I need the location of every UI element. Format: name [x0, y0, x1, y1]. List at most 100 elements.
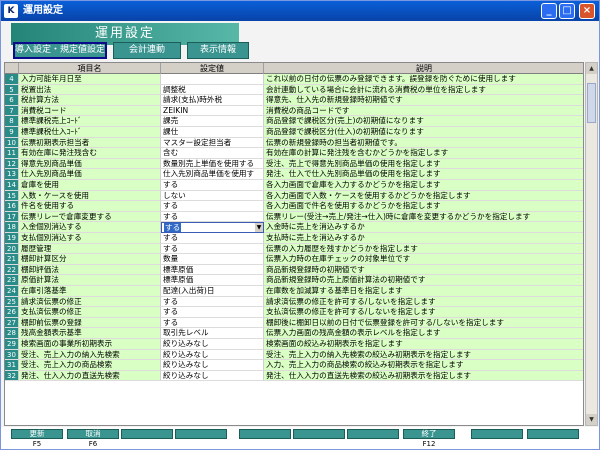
table-row[interactable]: 16 件名を使用する する 各入力画面で件名を使用するかどうかを指定します	[5, 201, 583, 212]
function-key-button[interactable]	[527, 429, 579, 439]
table-row[interactable]: 21 棚卸計算区分 数量 伝票入力時の在庫チェックの対象単位です	[5, 254, 583, 265]
table-row[interactable]: 32 発注、仕入入力の直送先検索 絞り込みなし 発注、仕入入力の直送先検索の絞込み初期…	[5, 370, 583, 382]
setting-value-cell[interactable]	[161, 74, 264, 85]
table-row[interactable]: 11 有効在庫に発注残含む 含む 有効在庫の計算に発注残を含むかどうかを指定します	[5, 148, 583, 159]
setting-value-cell[interactable]: 絞り込みなし	[161, 339, 264, 350]
vertical-scrollbar[interactable]: ▲ ▼	[585, 62, 598, 426]
row-number: 11	[5, 148, 19, 159]
maximize-button[interactable]: □	[559, 3, 575, 19]
setting-value-cell[interactable]: する	[161, 180, 264, 191]
table-row[interactable]: 13 仕入先別商品単価 仕入先別商品単価を使用す 発注、仕入で仕入先別商品単価の使用を…	[5, 169, 583, 180]
setting-value-cell[interactable]: 絞り込みなし	[161, 360, 264, 371]
setting-value-cell[interactable]: 仕入先別商品単価を使用す	[161, 169, 264, 180]
item-name-cell: 棚卸前伝票の登録	[19, 317, 161, 329]
setting-value-cell[interactable]: 数量別売上単価を使用する	[161, 158, 264, 170]
minimize-button[interactable]: _	[541, 3, 557, 19]
function-key-button[interactable]	[239, 429, 291, 439]
setting-value-cell[interactable]: する	[161, 211, 264, 223]
setting-value-cell[interactable]: 課売	[161, 116, 264, 127]
setting-value-cell[interactable]: 取引先レベル	[161, 328, 264, 339]
row-number: 22	[5, 264, 19, 276]
table-row[interactable]: 31 受注、売上入力の商品検索 絞り込みなし 入力、売上入力の商品検索の絞込み初期表示…	[5, 360, 583, 371]
table-row[interactable]: 12 得意先別商品単価 数量別売上単価を使用する 受注、売上で得意先別商品単価の使用を…	[5, 158, 583, 170]
scroll-up-icon[interactable]: ▲	[586, 63, 597, 74]
function-key-button[interactable]: 取消	[67, 429, 119, 439]
setting-value-cell[interactable]: 課仕	[161, 127, 264, 138]
description-cell: 商品登録で課税区分(仕入)の初期値になります	[264, 127, 583, 138]
tab-initial-settings[interactable]: 導入設定・規定値設定	[13, 42, 107, 59]
scroll-down-icon[interactable]: ▼	[586, 414, 597, 425]
table-row[interactable]: 14 倉庫を使用 する 各入力画面で倉庫を入力するかどうかを指定します	[5, 180, 583, 191]
table-row[interactable]: 20 履歴管理 する 伝票の入力履歴を残すかどうかを指定します	[5, 243, 583, 255]
setting-value-cell[interactable]: 標準原価	[161, 275, 264, 286]
function-key-button[interactable]	[175, 429, 227, 439]
table-row[interactable]: 5 税置出法 調整税 会計連動している場合に会計に流れる消費税の単位を指定します	[5, 84, 583, 96]
table-row[interactable]: 30 受注、売上入力の納入先検索 絞り込みなし 受注、売上入力の納入先検索の絞込み初期…	[5, 349, 583, 361]
table-row[interactable]: 17 伝票リレーで倉庫変更する する 伝票リレー(受注→売上/発注→仕入)時に倉庫を変…	[5, 211, 583, 223]
function-key-label: F12	[422, 440, 436, 448]
function-key-button[interactable]	[347, 429, 399, 439]
setting-value-cell[interactable]: する	[161, 233, 264, 244]
title-bar[interactable]: K 運用設定 _ □ ×	[1, 1, 599, 21]
item-name-cell: 有効在庫に発注残含む	[19, 148, 161, 159]
row-number: 9	[5, 127, 19, 138]
function-key-button[interactable]	[121, 429, 173, 439]
table-row[interactable]: 23 原価計算法 標準原価 商品新規登録時の売上原価計算法の初期値です	[5, 275, 583, 286]
close-button[interactable]: ×	[579, 3, 595, 19]
table-row[interactable]: 7 消費税コード ZEIKIN 消費税の商品コードです	[5, 105, 583, 117]
table-row[interactable]: 28 残高金額表示基準 取引先レベル 伝票入力画面の残高金額の表示レベルを指定します	[5, 328, 583, 339]
chevron-down-icon[interactable]: ▼	[255, 223, 263, 233]
table-row[interactable]: 4 入力可能年月日至 これ以前の日付の伝票のみ登録できます。誤登録を防ぐために使用し…	[5, 74, 583, 85]
table-row[interactable]: 27 棚卸前伝票の登録 する 棚卸後に棚卸日以前の日付で伝票登録を許可する/しないを指…	[5, 317, 583, 329]
setting-value-cell[interactable]: 標準原価	[161, 264, 264, 276]
function-key-button[interactable]: 終了	[403, 429, 455, 439]
setting-value-cell[interactable]: する	[161, 296, 264, 308]
table-row[interactable]: 15 入数・ケースを使用 しない 各入力画面で入数・ケースを使用するかどうかを指定しま…	[5, 190, 583, 202]
table-row[interactable]: 10 伝票初期表示担当者 マスター設定担当者 伝票の新規登録時の担当者初期値です。	[5, 137, 583, 149]
header-row-number	[5, 63, 19, 74]
table-row[interactable]: 8 標準課税売上ｺｰﾄﾞ 課売 商品登録で課税区分(売上)の初期値になります	[5, 116, 583, 127]
table-row[interactable]: 18 入金個別消込する する ▼ 入金時に売上を消込みするか	[5, 222, 583, 233]
header-item-name: 項目名	[19, 63, 161, 74]
setting-value-cell[interactable]: する	[161, 243, 264, 255]
function-key-button[interactable]	[293, 429, 345, 439]
table-row[interactable]: 24 在庫引落基準 配達(入出荷)日 在庫数を加減算する基準日を指定します	[5, 286, 583, 297]
table-row[interactable]: 6 税計算方法 請求(支払)時外税 得意先、仕入先の新規登録時初期値です	[5, 95, 583, 106]
function-key-bar: 更新 F5 取消 F6 終了 F12	[1, 427, 599, 449]
description-cell: 各入力画面で件名を使用するかどうかを指定します	[264, 201, 583, 212]
tab-display-info[interactable]: 表示情報	[187, 42, 249, 59]
function-key-button[interactable]	[471, 429, 523, 439]
setting-value-cell[interactable]: マスター設定担当者	[161, 137, 264, 149]
table-row[interactable]: 29 検索画面の事業所初期表示 絞り込みなし 検索画面の絞込み初期表示を指定します	[5, 339, 583, 350]
description-cell: 棚卸後に棚卸日以前の日付で伝票登録を許可する/しないを指定します	[264, 317, 583, 329]
table-row[interactable]: 25 請求済伝票の修正 する 請求済伝票の修正を許可する/しないを指定します	[5, 296, 583, 308]
setting-value-cell[interactable]: 絞り込みなし	[161, 349, 264, 361]
app-icon: K	[4, 4, 18, 18]
scroll-thumb[interactable]	[587, 83, 596, 123]
table-row[interactable]: 26 支払済伝票の修正 する 支払済伝票の修正を許可する/しないを指定します	[5, 307, 583, 318]
setting-value-cell[interactable]: する	[161, 307, 264, 318]
setting-value-cell[interactable]: 含む	[161, 148, 264, 159]
setting-value-cell[interactable]: 配達(入出荷)日	[161, 286, 264, 297]
setting-value-cell[interactable]: ZEIKIN	[161, 105, 264, 117]
table-row[interactable]: 22 棚卸評価法 標準原価 商品新規登録時の初期値です	[5, 264, 583, 276]
row-number: 18	[5, 222, 19, 233]
setting-value-cell[interactable]: 数量	[161, 254, 264, 265]
setting-value-select[interactable]: する ▼	[161, 222, 264, 233]
item-name-cell: 在庫引落基準	[19, 286, 161, 297]
setting-value-cell[interactable]: する	[161, 201, 264, 212]
item-name-cell: 伝票リレーで倉庫変更する	[19, 211, 161, 223]
setting-value-cell[interactable]: 調整税	[161, 84, 264, 96]
setting-value-cell[interactable]: 絞り込みなし	[161, 370, 264, 382]
function-key-button[interactable]: 更新	[11, 429, 63, 439]
setting-value-cell[interactable]: しない	[161, 190, 264, 202]
table-row[interactable]: 9 標準課税仕入ｺｰﾄﾞ 課仕 商品登録で課税区分(仕入)の初期値になります	[5, 127, 583, 138]
row-number: 4	[5, 74, 19, 85]
row-number: 5	[5, 84, 19, 96]
row-number: 23	[5, 275, 19, 286]
setting-value-cell[interactable]: 請求(支払)時外税	[161, 95, 264, 106]
item-name-cell: 得意先別商品単価	[19, 158, 161, 170]
table-row[interactable]: 19 支払個別消込する する 支払時に売上を消込みするか	[5, 233, 583, 244]
tab-accounting-link[interactable]: 会計連動	[113, 42, 181, 59]
setting-value-cell[interactable]: する	[161, 317, 264, 329]
